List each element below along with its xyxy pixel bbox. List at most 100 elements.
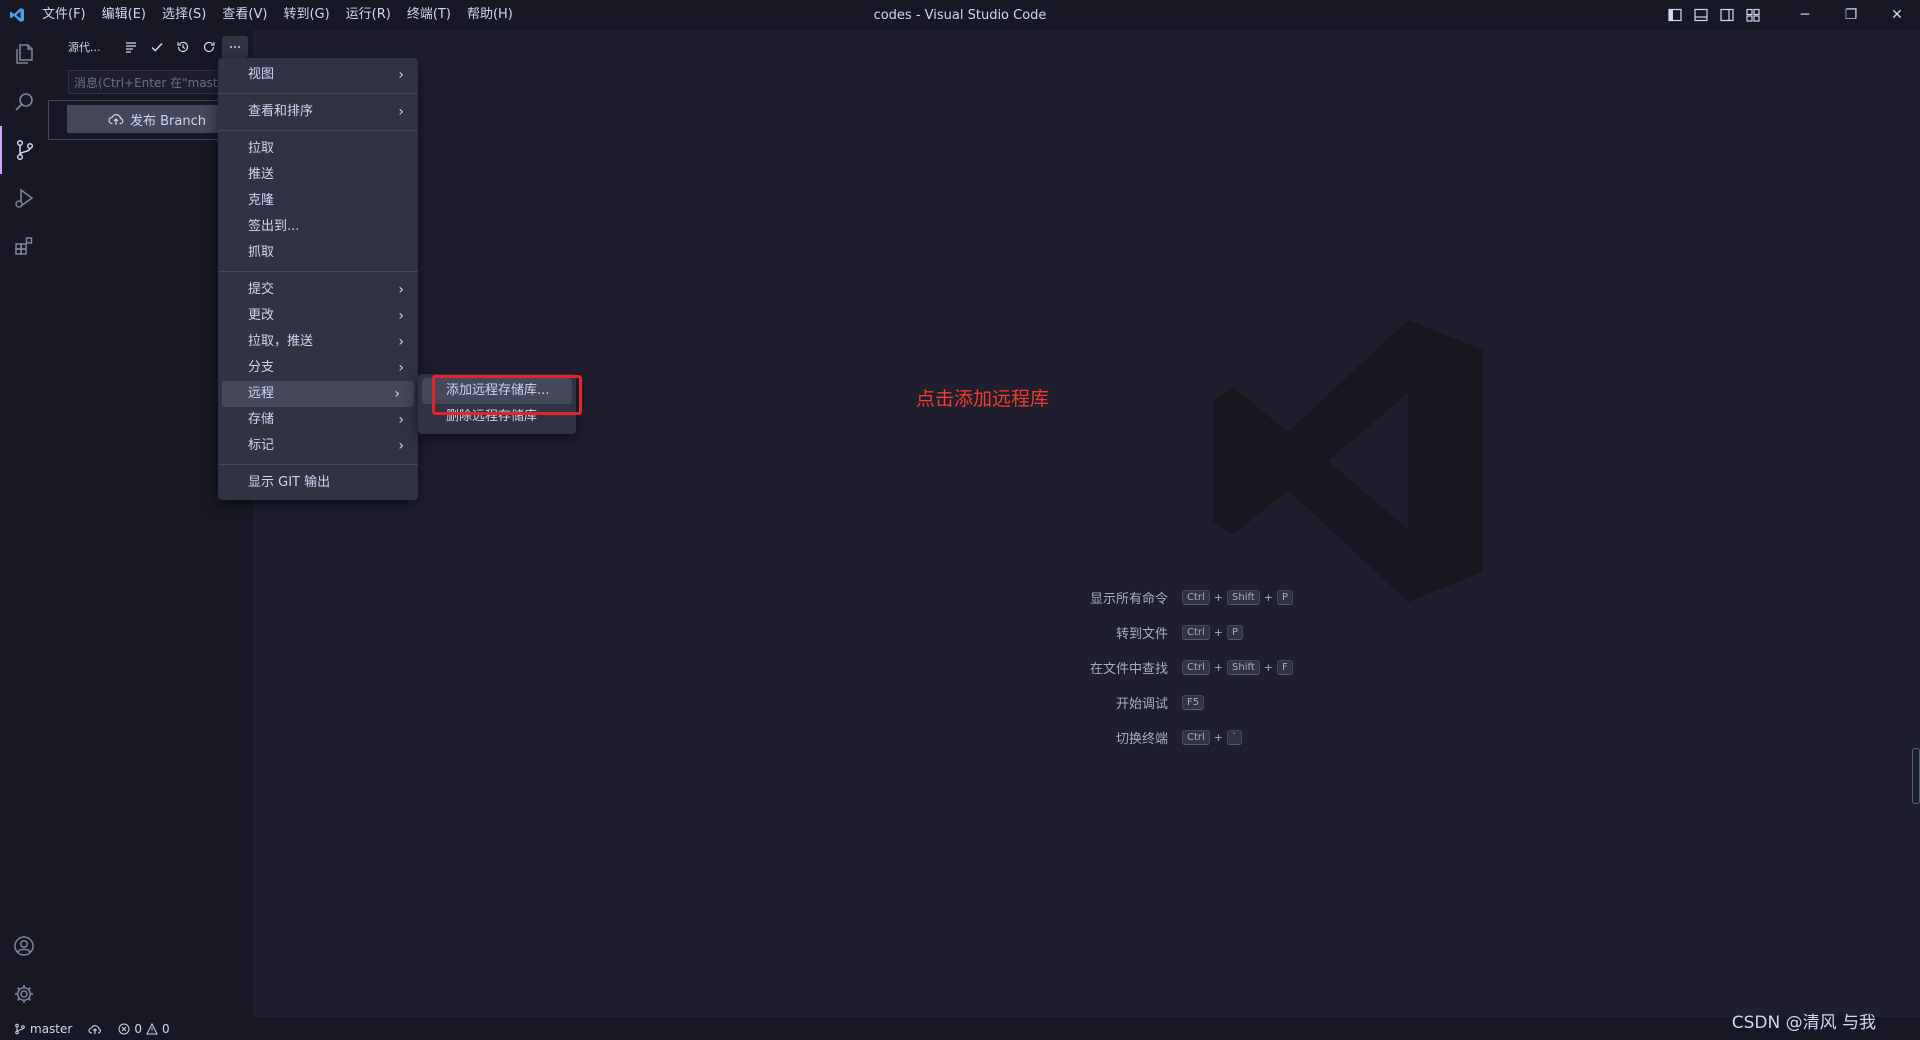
menu-item-label: 拉取 [248,141,275,156]
publish-branch-label: 发布 Branch [130,113,206,129]
key: P [1227,625,1244,640]
menu-separator [218,464,418,465]
warning-count: 0 [161,1021,170,1036]
menu-item-view-and-sort[interactable]: 查看和排序 › [218,99,418,125]
chevron-right-icon: › [398,334,404,350]
menu-item-view[interactable]: 视图 › [218,62,418,88]
hint-label: 切换终端 [1115,732,1168,747]
menu-item-branch[interactable]: 分支 › [218,355,418,381]
source-control-icon[interactable] [0,126,48,174]
editor-area: 显示所有命令 Ctrl + Shift + P 转到文件 Ctrl + P 在文件中查… [253,30,1920,1017]
customize-layout-icon[interactable] [1740,0,1766,30]
toggle-primary-sidebar-icon[interactable] [1662,0,1688,30]
menu-item-pull-push[interactable]: 拉取，推送 › [218,329,418,355]
chevron-right-icon: › [394,386,400,402]
menu-go[interactable]: 转到(G) [275,0,337,30]
toggle-panel-icon[interactable] [1688,0,1714,30]
restore-button[interactable]: ❐ [1828,0,1874,30]
hint-show-commands: 显示所有命令 Ctrl + Shift + P [980,588,1295,607]
search-icon[interactable] [0,78,48,126]
menu-item-tags[interactable]: 标记 › [218,433,418,459]
menu-item-pull[interactable]: 拉取 [218,136,418,162]
commit-check-icon[interactable] [144,36,170,58]
settings-gear-icon[interactable] [0,970,48,1018]
annotation-text: 点击添加远程库 [916,388,1050,410]
menu-help[interactable]: 帮助(H) [459,0,521,30]
git-more-actions-menu: 视图 › 查看和排序 › 拉取 推送 克隆 签出到... 抓取 提交 › 更改 › 拉取… [218,58,418,500]
chevron-right-icon: › [398,360,404,376]
chevron-right-icon: › [398,438,404,454]
hint-label: 转到文件 [1115,627,1168,642]
vscode-logo-icon [0,0,34,30]
menu-view[interactable]: 查看(V) [214,0,275,30]
chevron-right-icon: › [398,308,404,324]
chevron-right-icon: › [398,104,404,120]
plus: + [1213,626,1224,639]
menu-item-label: 拉取，推送 [248,334,314,349]
menu-item-push[interactable]: 推送 [218,162,418,188]
plus: + [1213,731,1224,744]
run-debug-icon[interactable] [0,174,48,222]
key: F [1276,660,1293,675]
toggle-secondary-sidebar-icon[interactable] [1714,0,1740,30]
chevron-right-icon: › [398,67,404,83]
watermark-credit: CSDN @清风 与我 [1731,1013,1876,1033]
accounts-icon[interactable] [0,922,48,970]
branch-name: master [30,1021,73,1036]
key: Shift [1227,660,1260,675]
menu-item-clone[interactable]: 克隆 [218,188,418,214]
menu-item-label: 标记 [248,438,275,453]
close-button[interactable]: ✕ [1874,0,1920,30]
hint-label: 在文件中查找 [1089,662,1168,677]
minimize-button[interactable]: ─ [1782,0,1828,30]
menu-terminal[interactable]: 终端(T) [399,0,459,30]
branch-status[interactable]: master [0,1022,80,1036]
minimap-scroll-indicator[interactable] [1912,748,1920,804]
error-icon [118,1023,130,1034]
key: Shift [1227,590,1260,605]
menu-item-label: 抓取 [248,245,275,260]
key: Ctrl [1182,590,1210,605]
key: Ctrl [1182,660,1210,675]
key: Ctrl [1182,625,1210,640]
menu-bar: 文件(F) 编辑(E) 选择(S) 查看(V) 转到(G) 运行(R) 终端(T… [34,0,521,30]
menu-item-changes[interactable]: 更改 › [218,303,418,329]
menu-item-fetch[interactable]: 抓取 [218,240,418,266]
refresh-icon[interactable] [196,36,222,58]
title-bar: 文件(F) 编辑(E) 选择(S) 查看(V) 转到(G) 运行(R) 终端(T… [0,0,1920,30]
menu-item-show-git-output[interactable]: 显示 GIT 输出 [218,470,418,496]
history-icon[interactable] [170,36,196,58]
menu-item-label: 推送 [248,167,275,182]
more-actions-icon[interactable] [222,36,248,58]
chevron-right-icon: › [398,412,404,428]
menu-item-stash[interactable]: 存储 › [218,407,418,433]
menu-run[interactable]: 运行(R) [338,0,399,30]
menu-separator [218,130,418,131]
menu-edit[interactable]: 编辑(E) [94,0,154,30]
activity-bar [0,30,48,1017]
error-count: 0 [134,1021,142,1036]
problems-status[interactable]: 0 0 [110,1022,177,1036]
explorer-icon[interactable] [0,30,48,78]
plus: + [1263,661,1273,674]
menu-item-commit[interactable]: 提交 › [218,277,418,303]
hint-toggle-terminal: 切换终端 Ctrl + ` [980,728,1244,747]
key: ` [1227,730,1243,745]
hint-label: 显示所有命令 [1089,592,1168,607]
menu-item-label: 更改 [248,308,275,323]
menu-item-label: 克隆 [248,193,275,208]
menu-item-checkout[interactable]: 签出到... [218,214,418,240]
view-as-tree-icon[interactable] [118,36,144,58]
vscode-watermark-icon [1193,310,1493,614]
menu-item-remote[interactable]: 远程 › [222,381,414,407]
git-branch-icon [15,1023,25,1034]
publish-status-icon[interactable] [80,1023,110,1035]
extensions-icon[interactable] [0,222,48,270]
menu-file[interactable]: 文件(F) [34,0,94,30]
key: Ctrl [1182,730,1210,745]
menu-item-label: 存储 [248,412,275,427]
plus: + [1213,591,1224,604]
hint-go-to-file: 转到文件 Ctrl + P [980,623,1245,642]
chevron-right-icon: › [398,282,404,298]
menu-selection[interactable]: 选择(S) [154,0,214,30]
